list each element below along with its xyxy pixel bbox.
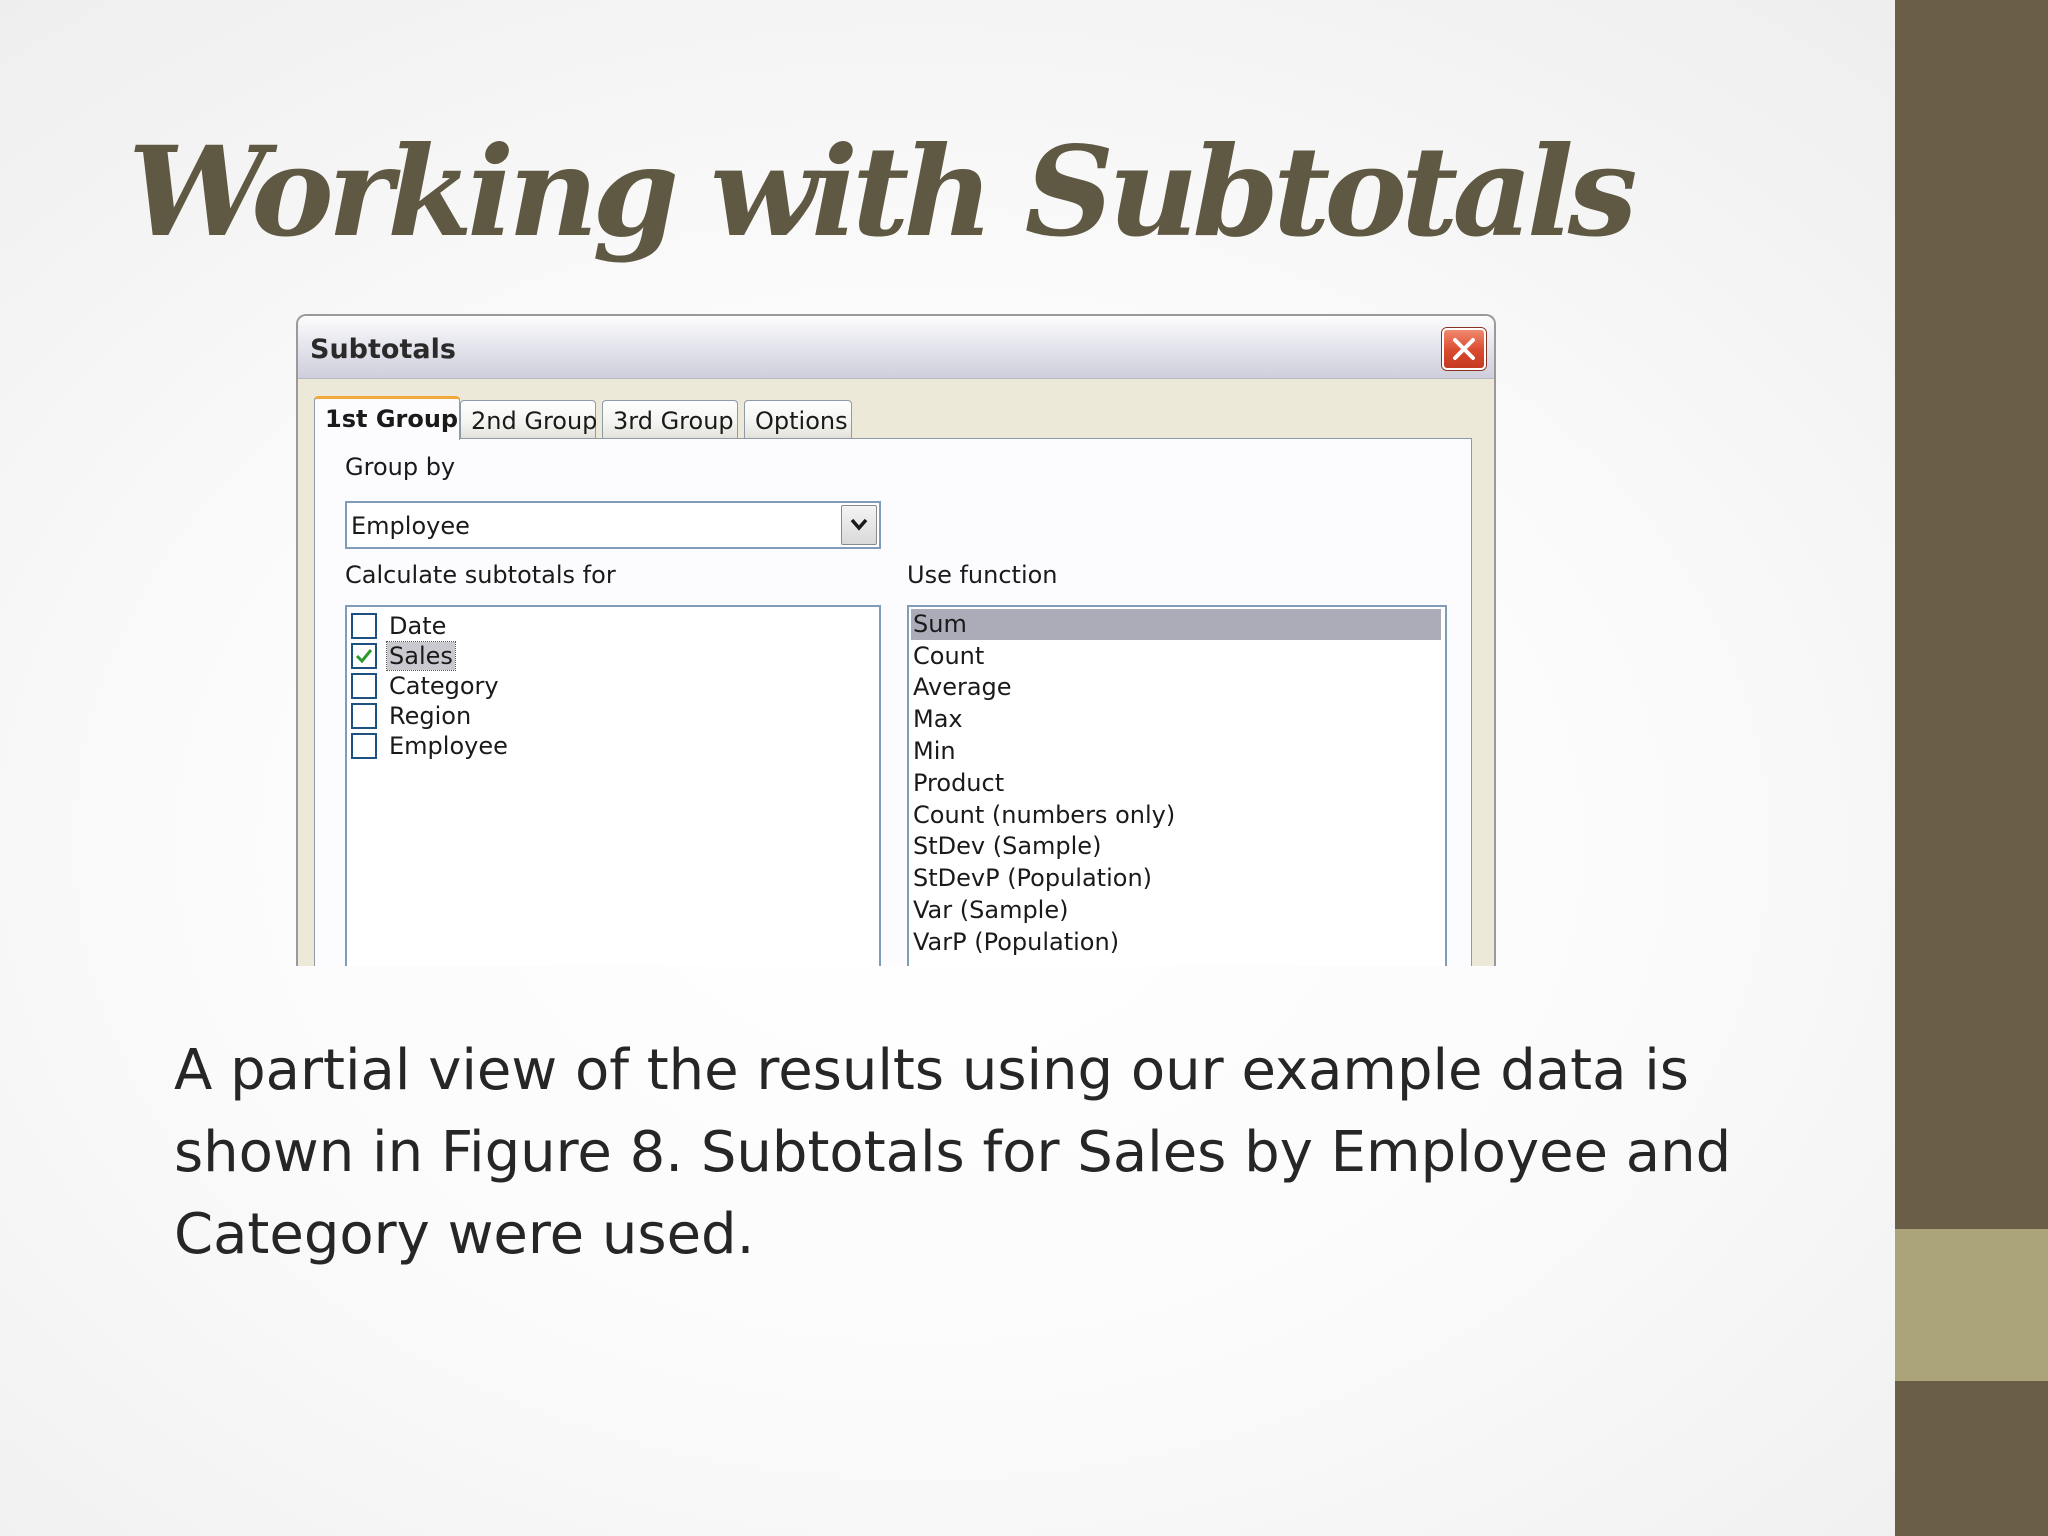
calculate-subtotals-list[interactable]: Date Sales Category Region Employee <box>345 605 881 966</box>
region-checkbox[interactable] <box>351 703 377 729</box>
function-item-stdev[interactable]: StDev (Sample) <box>911 831 1441 862</box>
subtotals-dialog: Subtotals 1st Group 2nd Group 3rd Group … <box>296 314 1496 966</box>
slide-body-text: A partial view of the results using our … <box>174 1038 1732 1267</box>
chevron-down-icon <box>850 518 868 531</box>
field-item-label: Sales <box>386 641 456 671</box>
tab-2nd-group[interactable]: 2nd Group <box>460 400 597 438</box>
function-item-product[interactable]: Product <box>911 768 1441 799</box>
group-by-value: Employee <box>351 512 470 540</box>
group-by-dropdown-button[interactable] <box>841 505 877 545</box>
group-by-label: Group by <box>345 453 456 481</box>
dialog-title: Subtotals <box>310 334 456 365</box>
function-item-min[interactable]: Min <box>911 736 1441 767</box>
use-function-label: Use function <box>907 561 1058 589</box>
function-item-count[interactable]: Count <box>911 641 1441 672</box>
function-item-max[interactable]: Max <box>911 704 1441 735</box>
field-item-label: Category <box>389 672 499 700</box>
tab-options[interactable]: Options <box>744 400 852 438</box>
function-item-average[interactable]: Average <box>911 672 1441 703</box>
field-item-label: Region <box>389 702 472 730</box>
group-by-select[interactable]: Employee <box>345 501 881 549</box>
function-item-var[interactable]: Var (Sample) <box>911 895 1441 926</box>
checkmark-icon <box>355 649 373 664</box>
tab-1st-group[interactable]: 1st Group <box>314 396 460 440</box>
tab-panel-1st-group: Group by Employee Calculate subtotals fo… <box>314 438 1472 966</box>
function-item-stdevp[interactable]: StDevP (Population) <box>911 863 1441 894</box>
slide-side-accent <box>1895 1229 2048 1381</box>
employee-checkbox[interactable] <box>351 733 377 759</box>
category-checkbox[interactable] <box>351 673 377 699</box>
calculate-subtotals-label: Calculate subtotals for <box>345 561 616 589</box>
date-checkbox[interactable] <box>351 613 377 639</box>
tab-3rd-group[interactable]: 3rd Group <box>602 400 738 438</box>
sales-checkbox[interactable] <box>351 643 377 669</box>
function-item-count-numbers[interactable]: Count (numbers only) <box>911 800 1441 831</box>
close-button[interactable] <box>1442 328 1486 370</box>
use-function-list[interactable]: Sum Count Average Max Min Product Count … <box>907 605 1447 966</box>
function-item-varp[interactable]: VarP (Population) <box>911 927 1441 958</box>
slide-title: Working with Subtotals <box>128 120 1638 265</box>
field-item-label: Employee <box>389 732 508 760</box>
dialog-titlebar[interactable]: Subtotals <box>298 316 1494 379</box>
close-icon <box>1453 338 1475 360</box>
field-item-label: Date <box>389 612 447 640</box>
function-item-sum[interactable]: Sum <box>911 609 1441 640</box>
